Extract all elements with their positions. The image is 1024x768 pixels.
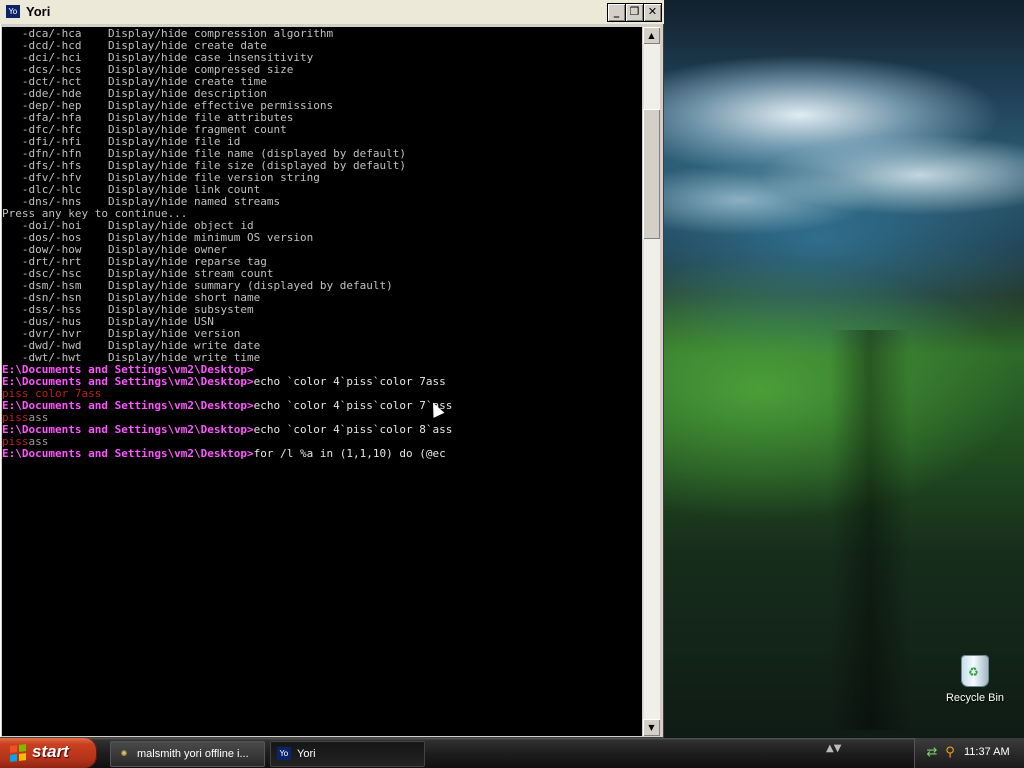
clock[interactable]: 11:37 AM — [964, 746, 1010, 758]
windows-logo-icon — [10, 744, 26, 762]
wallpaper-shadow — [830, 330, 910, 730]
console-command: echo `color 4`piss`color 7ass — [253, 375, 446, 388]
scroll-up-button[interactable]: ▲ — [643, 27, 660, 44]
network-icon[interactable]: ⇄ — [924, 745, 940, 761]
console-command: echo `color 4`piss`color 7`ass — [253, 399, 453, 412]
recycle-bin[interactable]: ♻ Recycle Bin — [940, 656, 1010, 712]
taskbar-button-yori[interactable]: Yo Yori — [270, 741, 425, 767]
scroll-thumb[interactable] — [643, 109, 660, 239]
yori-app-icon: Yo — [277, 747, 291, 760]
taskbar-overflow-icon[interactable]: ▲▼ — [826, 744, 841, 762]
taskbar-button-label: Yori — [297, 748, 316, 760]
scroll-down-button[interactable]: ▼ — [643, 719, 660, 736]
console-line: E:\Documents and Settings\vm2\Desktop>ec… — [2, 400, 452, 412]
taskbar: start ✺ malsmith yori offline i... Yo Yori … — [0, 738, 1024, 768]
console-line: E:\Documents and Settings\vm2\Desktop>ec… — [2, 424, 452, 436]
window-titlebar[interactable]: Yo Yori _ ❐ ✕ — [0, 0, 664, 24]
window-title: Yori — [26, 4, 51, 19]
recycle-bin-icon[interactable]: ♻ — [962, 656, 988, 686]
console-output[interactable]: -dca/-hca Display/hide compression algor… — [2, 27, 642, 736]
restore-button[interactable]: ❐ — [625, 3, 644, 22]
taskbar-button-browser[interactable]: ✺ malsmith yori offline i... — [110, 741, 265, 767]
taskbar-button-label: malsmith yori offline i... — [137, 748, 249, 760]
console-line: E:\Documents and Settings\vm2\Desktop>fo… — [2, 448, 446, 460]
console-command: for /l %a in (1,1,10) do (@ec — [253, 447, 446, 460]
recycle-bin-label[interactable]: Recycle Bin — [940, 692, 1010, 704]
yori-console-window[interactable]: Yo Yori _ ❐ ✕ -dca/-hca Display/hide com… — [0, 0, 664, 738]
vertical-scrollbar[interactable]: ▲ ▼ — [643, 27, 660, 736]
close-button[interactable]: ✕ — [643, 3, 662, 22]
browser-icon: ✺ — [120, 749, 128, 758]
console-prompt: E:\Documents and Settings\vm2\Desktop> — [2, 447, 254, 460]
start-button[interactable]: start — [0, 738, 97, 768]
minimize-button[interactable]: _ — [607, 3, 626, 22]
start-label: start — [32, 742, 69, 761]
console-command: echo `color 4`piss`color 8`ass — [253, 423, 453, 436]
yori-app-icon[interactable]: Yo — [6, 5, 20, 18]
recycle-arrows-icon: ♻ — [968, 665, 979, 679]
search-icon[interactable]: ⚲ — [942, 745, 958, 761]
system-tray: ⇄ ⚲ 11:37 AM — [914, 738, 1024, 768]
